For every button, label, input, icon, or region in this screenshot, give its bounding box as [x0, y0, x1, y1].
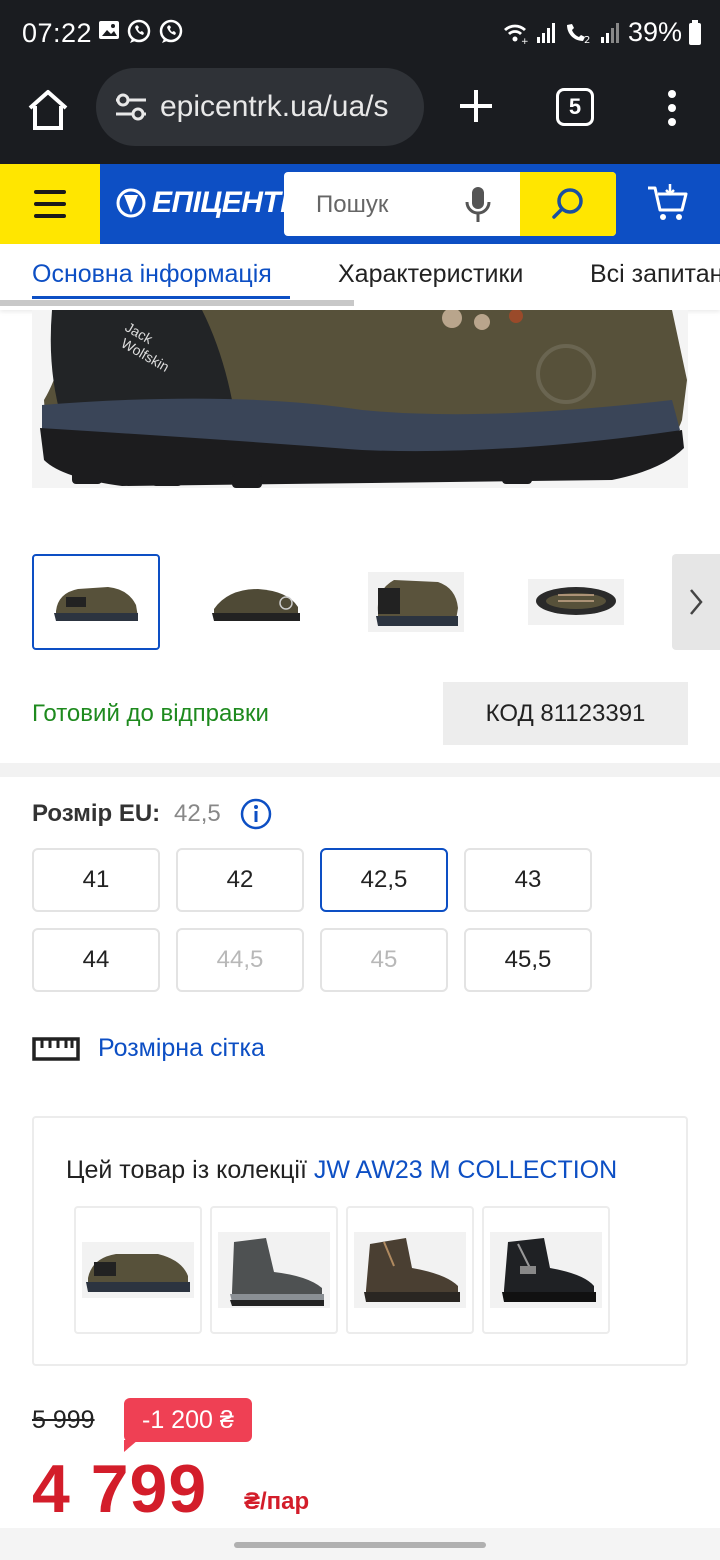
notification-icons: [98, 19, 184, 45]
active-tab-indicator: [32, 296, 290, 299]
collection-title: Цей товар із колекції JW AW23 M COLLECTI…: [66, 1156, 617, 1185]
size-option[interactable]: 41: [32, 848, 160, 912]
volte-icon: 2: [566, 23, 590, 45]
size-chart-label: Розмірна сітка: [98, 1034, 265, 1062]
logo-icon: [116, 188, 146, 218]
collection-prefix: Цей товар із колекції: [66, 1156, 314, 1184]
thumbnails-next-button[interactable]: [672, 554, 720, 650]
tab-main-info[interactable]: Основна інформація: [32, 260, 272, 289]
boot-thumbnail: [218, 1232, 330, 1308]
hamburger-icon: [34, 190, 66, 194]
shoe-thumbnail: [54, 587, 138, 621]
boot-thumbnail: [490, 1232, 602, 1308]
shoe-thumbnail: [528, 579, 624, 625]
gallery-icon: [99, 21, 119, 39]
tab-characteristics[interactable]: Характеристики: [338, 260, 523, 289]
search-icon: [552, 188, 583, 219]
search-button[interactable]: [520, 172, 616, 236]
shoe-thumbnail: [82, 1242, 194, 1298]
system-icons: + 2 39%: [502, 17, 702, 48]
viber-icon: [159, 19, 183, 43]
shoe-image: Jack Wolfskin: [32, 310, 688, 488]
price-unit: ₴/пар: [244, 1488, 310, 1515]
size-option[interactable]: 44: [32, 928, 160, 992]
thumbnail-3[interactable]: [352, 554, 480, 650]
search-input[interactable]: Пошук: [284, 172, 616, 236]
current-price: 4 799: [32, 1451, 208, 1527]
ruler-icon: [32, 1036, 80, 1061]
collection-item[interactable]: [74, 1206, 202, 1334]
new-tab-icon[interactable]: [456, 86, 496, 126]
tab-switcher-button[interactable]: 5: [556, 88, 594, 126]
size-option[interactable]: 42: [176, 848, 304, 912]
viber-icon: [127, 19, 151, 43]
tab-scroll-indicator: [0, 300, 354, 306]
collection-item[interactable]: [482, 1206, 610, 1334]
size-label: Розмір EU:: [32, 800, 161, 827]
browser-toolbar: epicentrk.ua/ua/s 5: [0, 68, 720, 164]
home-icon[interactable]: [24, 86, 72, 134]
size-option[interactable]: 45,5: [464, 928, 592, 992]
selected-size-value: 42,5: [174, 800, 221, 827]
thumbnail-4[interactable]: [512, 554, 640, 650]
menu-button[interactable]: [0, 164, 100, 244]
tab-questions[interactable]: Всі запитання: [590, 260, 720, 289]
collection-link[interactable]: JW AW23 M COLLECTION: [314, 1156, 617, 1184]
collection-item[interactable]: [346, 1206, 474, 1334]
search-placeholder: Пошук: [316, 191, 389, 218]
product-tabs: Основна інформація Характеристики Всі за…: [0, 244, 720, 310]
boot-thumbnail: [354, 1232, 466, 1308]
site-header: ЕПІЦЕНТР Пошук: [0, 164, 720, 244]
product-image[interactable]: Jack Wolfskin: [32, 310, 688, 488]
battery-percent: 39%: [627, 17, 682, 47]
status-bar: 07:22 + 2 39%: [0, 0, 720, 68]
discount-badge: -1 200 ₴: [124, 1398, 252, 1442]
svg-text:2: 2: [584, 35, 590, 45]
mic-icon[interactable]: [464, 186, 492, 224]
size-option-unavailable[interactable]: 44,5: [176, 928, 304, 992]
old-price: 5 999: [32, 1406, 95, 1434]
cart-icon[interactable]: [646, 182, 690, 224]
collection-item[interactable]: [210, 1206, 338, 1334]
signal-icon: [536, 22, 555, 43]
gesture-handle[interactable]: [234, 1542, 486, 1548]
signal-icon: [600, 22, 619, 43]
shoe-thumbnail: [212, 589, 300, 621]
collection-box: Цей товар із колекції JW AW23 M COLLECTI…: [32, 1116, 688, 1366]
site-settings-icon[interactable]: [114, 92, 148, 122]
section-divider: [0, 763, 720, 777]
svg-text:+: +: [521, 37, 529, 45]
size-option-selected[interactable]: 42,5: [320, 848, 448, 912]
availability-status: Готовий до відправки: [32, 700, 269, 727]
shoe-thumbnail: [368, 572, 464, 632]
size-chart-link[interactable]: Розмірна сітка: [32, 1034, 265, 1063]
wifi-call-icon: +: [503, 24, 529, 45]
url-text: epicentrk.ua/ua/s: [160, 90, 389, 123]
size-option-unavailable[interactable]: 45: [320, 928, 448, 992]
info-icon[interactable]: [240, 798, 272, 830]
more-menu-icon[interactable]: [662, 88, 682, 128]
size-option[interactable]: 43: [464, 848, 592, 912]
address-bar[interactable]: epicentrk.ua/ua/s: [96, 68, 424, 146]
thumbnail-1[interactable]: [32, 554, 160, 650]
logo[interactable]: ЕПІЦЕНТР: [116, 186, 300, 220]
thumbnail-2[interactable]: [192, 554, 320, 650]
battery-icon: [689, 19, 701, 45]
status-time: 07:22: [22, 18, 93, 48]
chevron-right-icon: [690, 589, 703, 615]
product-code[interactable]: КОД 81123391: [443, 682, 688, 745]
logo-text: ЕПІЦЕНТР: [152, 186, 300, 219]
